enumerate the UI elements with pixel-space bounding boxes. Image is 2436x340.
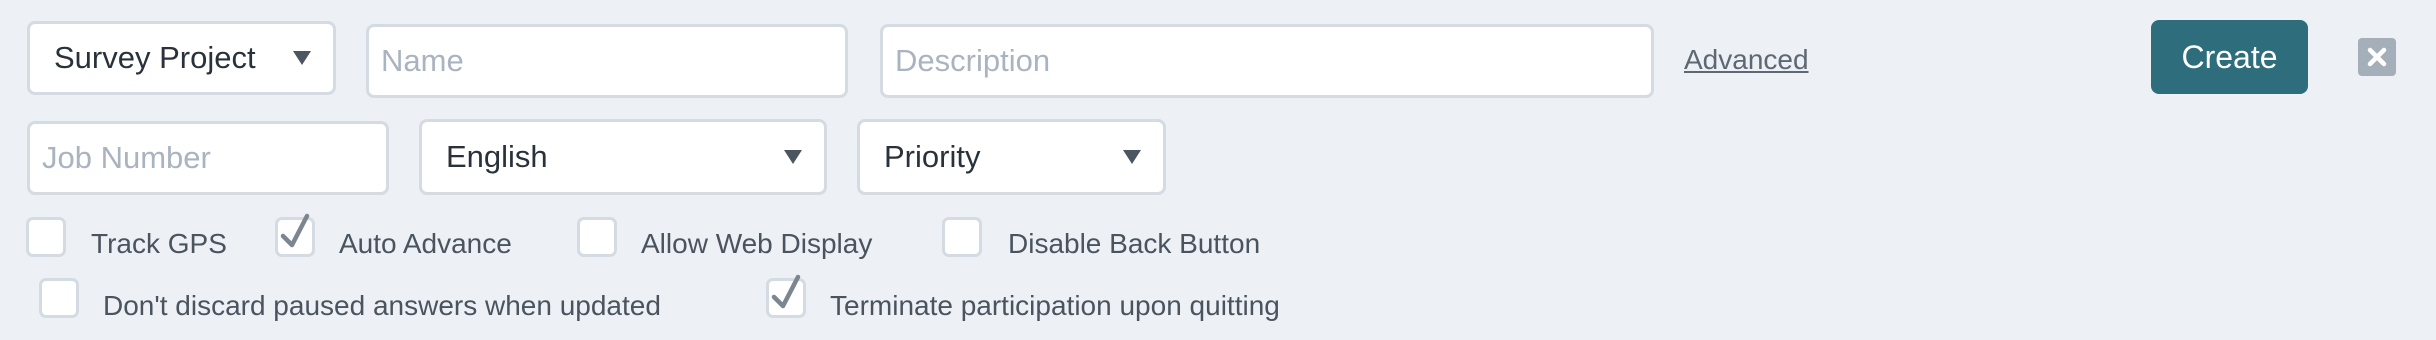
checkmark-icon — [771, 274, 801, 309]
checkmark-icon — [280, 213, 310, 248]
auto-advance-checkbox[interactable] — [275, 213, 315, 257]
project-type-selected-value: Survey Project — [54, 40, 256, 75]
language-select[interactable]: English — [419, 119, 827, 195]
track-gps-checkbox[interactable] — [26, 217, 66, 257]
allow-web-display-checkbox[interactable] — [577, 217, 617, 257]
close-x-icon — [2367, 47, 2387, 67]
auto-advance-label: Auto Advance — [339, 228, 512, 259]
description-input[interactable] — [880, 24, 1654, 98]
close-button[interactable] — [2358, 38, 2396, 76]
allow-web-display-label: Allow Web Display — [641, 228, 873, 259]
chevron-down-icon — [784, 150, 802, 164]
job-number-input[interactable] — [27, 121, 389, 195]
dont-discard-paused-answers-checkbox[interactable] — [39, 278, 79, 318]
name-input[interactable] — [366, 24, 848, 98]
terminate-participation-label: Terminate participation upon quitting — [830, 290, 1280, 321]
disable-back-button-label: Disable Back Button — [1008, 228, 1261, 259]
dont-discard-paused-answers-label: Don't discard paused answers when update… — [103, 290, 661, 321]
advanced-link[interactable]: Advanced — [1684, 44, 1809, 76]
chevron-down-icon — [293, 51, 311, 65]
chevron-down-icon — [1123, 150, 1141, 164]
track-gps-label: Track GPS — [91, 228, 227, 259]
terminate-participation-checkbox[interactable] — [766, 274, 806, 318]
priority-select[interactable]: Priority — [857, 119, 1166, 195]
priority-selected-value: Priority — [884, 139, 981, 174]
disable-back-button-checkbox[interactable] — [942, 217, 982, 257]
project-type-select[interactable]: Survey Project — [27, 21, 336, 95]
language-selected-value: English — [446, 139, 548, 174]
create-button[interactable]: Create — [2151, 20, 2308, 94]
